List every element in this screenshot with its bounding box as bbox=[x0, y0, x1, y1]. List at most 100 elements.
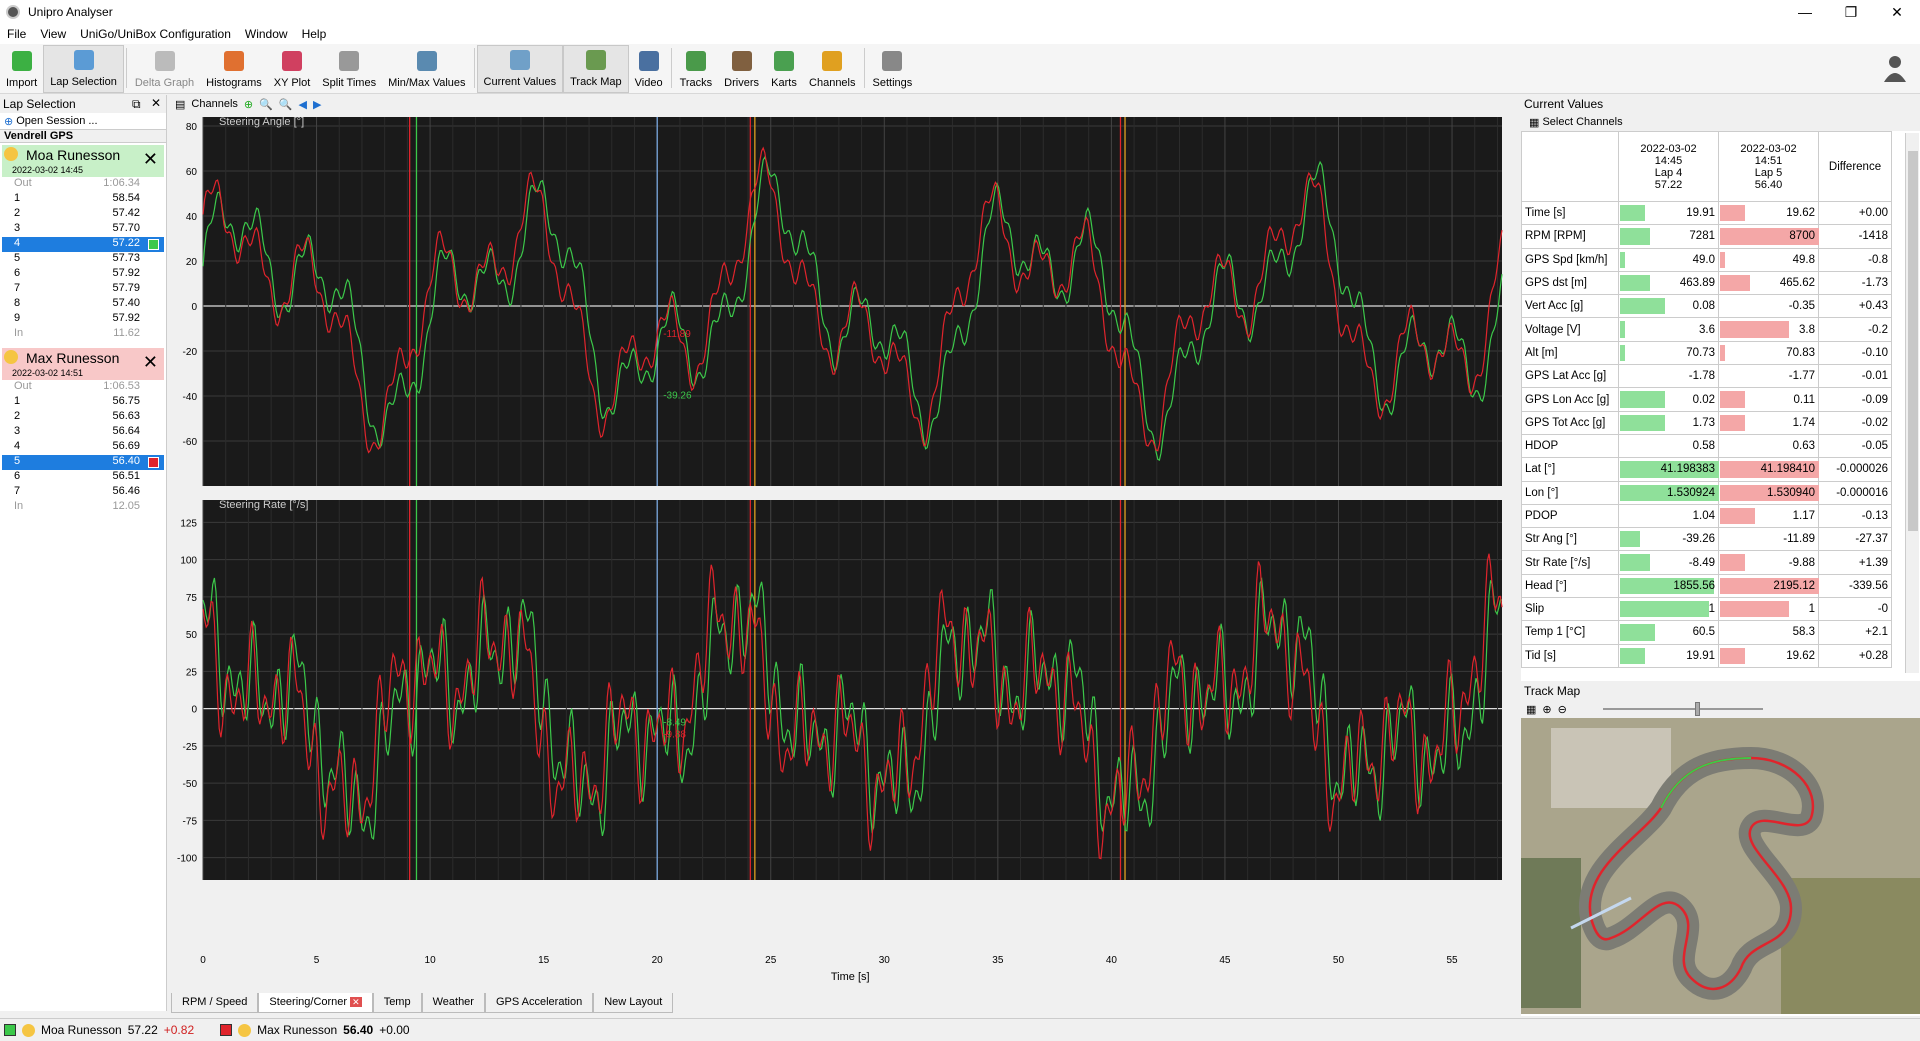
cv-difference: -0.05 bbox=[1818, 433, 1892, 459]
cv-channel-name: Voltage [V] bbox=[1521, 317, 1619, 342]
track-map-image[interactable] bbox=[1521, 718, 1920, 1014]
cv-value-2: 3.8 bbox=[1718, 317, 1819, 342]
x-tick-label: 5 bbox=[314, 955, 320, 966]
tab-label: Steering/Corner bbox=[269, 996, 348, 1008]
cv-row: Time [s] 19.91 19.62 +0.00 bbox=[1521, 200, 1892, 226]
cursor-value-red: -11.89 bbox=[663, 329, 691, 340]
status-driver2-time: 56.40 bbox=[343, 1023, 374, 1037]
cv-difference: +2.1 bbox=[1818, 620, 1892, 645]
cv-value-2: 58.3 bbox=[1718, 620, 1819, 645]
cv-scrollbar[interactable] bbox=[1905, 133, 1919, 673]
x-tick-label: 10 bbox=[425, 955, 437, 966]
cv-title: Current Values bbox=[1521, 95, 1920, 113]
layout-tab[interactable]: Steering/Corner ✕ bbox=[258, 993, 373, 1013]
cv-channel-name: GPS Spd [km/h] bbox=[1521, 247, 1619, 272]
y-tick-label: 20 bbox=[186, 257, 198, 268]
position-slider[interactable] bbox=[1602, 702, 1763, 716]
cv-row: Voltage [V] 3.6 3.8 -0.2 bbox=[1521, 317, 1892, 342]
layout-tab[interactable]: New Layout bbox=[593, 993, 674, 1013]
cv-value-2: 49.8 bbox=[1718, 247, 1819, 272]
tab-label: GPS Acceleration bbox=[495, 996, 583, 1008]
y-tick-label: -25 bbox=[183, 742, 198, 753]
tab-label: New Layout bbox=[604, 996, 663, 1008]
select-channels-button[interactable]: Select Channels bbox=[1542, 116, 1622, 128]
cv-difference: -0.09 bbox=[1818, 387, 1892, 412]
tab-label: RPM / Speed bbox=[182, 996, 248, 1008]
cv-difference: +1.39 bbox=[1818, 550, 1892, 575]
layout-tab[interactable]: RPM / Speed bbox=[171, 993, 259, 1013]
grid-icon[interactable]: ▦ bbox=[1526, 703, 1536, 716]
cv-row: Str Rate [°/s] -8.49 -9.88 +1.39 bbox=[1521, 550, 1892, 575]
col2-header-line: Lap 5 bbox=[1754, 166, 1783, 179]
status-driver1-time: 57.22 bbox=[127, 1023, 158, 1037]
y-tick-label: 100 bbox=[180, 556, 197, 567]
x-axis-label: Time [s] bbox=[831, 971, 870, 983]
cv-channel-name: Slip bbox=[1521, 597, 1619, 622]
x-tick-label: 25 bbox=[765, 955, 777, 966]
cv-row: Lon [°] 1.530924 1.530940 -0.000016 bbox=[1521, 480, 1892, 505]
cv-row: Slip 1 1 -0 bbox=[1521, 597, 1892, 622]
track-map-toolbar: ▦ ⊕ ⊖ bbox=[1521, 700, 1920, 718]
current-values-panel: Current Values ▦ Select Channels 2022-03… bbox=[1521, 95, 1920, 681]
cv-channel-name: GPS Lon Acc [g] bbox=[1521, 387, 1619, 412]
cv-diff-header: Difference bbox=[1818, 131, 1892, 202]
zoom-out-icon[interactable]: ⊖ bbox=[1558, 703, 1567, 716]
cv-channel-name: HDOP bbox=[1521, 433, 1619, 459]
cv-channel-name: Tid [s] bbox=[1521, 643, 1619, 668]
cv-channel-name: Lat [°] bbox=[1521, 457, 1619, 482]
driver2-icon bbox=[238, 1023, 252, 1037]
cv-value-1: 49.0 bbox=[1618, 247, 1719, 272]
y-tick-label: 75 bbox=[186, 593, 198, 604]
close-tab-icon[interactable]: ✕ bbox=[350, 997, 362, 1007]
cv-difference: -27.37 bbox=[1818, 527, 1892, 552]
cv-channel-name: Temp 1 [°C] bbox=[1521, 620, 1619, 645]
cv-difference: -0.8 bbox=[1818, 247, 1892, 272]
layout-tab[interactable]: Weather bbox=[421, 993, 485, 1013]
cv-difference: -0.000026 bbox=[1818, 457, 1892, 482]
layout-tabs: RPM / Speed Steering/Corner ✕ Temp Weather G… bbox=[171, 993, 674, 1013]
cv-difference: -0.2 bbox=[1818, 317, 1892, 342]
x-tick-label: 55 bbox=[1446, 955, 1458, 966]
cv-value-1: 7281 bbox=[1618, 224, 1719, 249]
x-tick-label: 15 bbox=[538, 955, 550, 966]
cv-difference: -1.73 bbox=[1818, 270, 1892, 296]
cv-channel-name: PDOP bbox=[1521, 503, 1619, 529]
cv-value-1: 1 bbox=[1618, 597, 1719, 622]
y-tick-label: 125 bbox=[180, 518, 197, 529]
cv-row: GPS Spd [km/h] 49.0 49.8 -0.8 bbox=[1521, 247, 1892, 272]
cv-channel-name: Alt [m] bbox=[1521, 340, 1619, 366]
current-values-table: 2022-03-02 14:45 Lap 4 57.22 2022-03-02 14:51… bbox=[1521, 131, 1892, 668]
cv-value-2: 19.62 bbox=[1718, 643, 1819, 668]
driver2-color-swatch bbox=[220, 1024, 233, 1036]
cv-difference: -0.000016 bbox=[1818, 480, 1892, 505]
col1-header-line: 57.22 bbox=[1654, 178, 1683, 191]
status-driver2-gap: +0.00 bbox=[379, 1023, 410, 1037]
cv-channel-name: GPS dst [m] bbox=[1521, 270, 1619, 296]
cv-value-1: 463.89 bbox=[1618, 270, 1719, 296]
cv-row: GPS Tot Acc [g] 1.73 1.74 -0.02 bbox=[1521, 410, 1892, 435]
cv-value-1: 19.91 bbox=[1618, 200, 1719, 226]
cv-value-2: -1.77 bbox=[1718, 364, 1819, 389]
cv-channel-name: Vert Acc [g] bbox=[1521, 294, 1619, 319]
zoom-in-icon[interactable]: ⊕ bbox=[1542, 703, 1551, 716]
cv-value-1: 1.04 bbox=[1618, 503, 1719, 529]
y-tick-label: -100 bbox=[177, 854, 197, 865]
cv-value-2: 1.17 bbox=[1718, 503, 1819, 529]
layout-tab[interactable]: GPS Acceleration bbox=[484, 993, 594, 1013]
cv-value-2: 0.63 bbox=[1718, 433, 1819, 459]
y-tick-label: 60 bbox=[186, 167, 198, 178]
cv-channel-name: Head [°] bbox=[1521, 573, 1619, 599]
driver1-icon bbox=[22, 1023, 35, 1037]
y-tick-label: -20 bbox=[183, 347, 198, 358]
cursor-value-green: -39.26 bbox=[663, 390, 692, 401]
y-tick-label: -40 bbox=[183, 392, 198, 403]
cv-value-2: 8700 bbox=[1718, 224, 1819, 249]
cv-row: GPS Lon Acc [g] 0.02 0.11 -0.09 bbox=[1521, 387, 1892, 412]
cv-difference: -0.13 bbox=[1818, 503, 1892, 529]
cv-row: RPM [RPM] 7281 8700 -1418 bbox=[1521, 224, 1892, 249]
layout-tab[interactable]: Temp bbox=[372, 993, 422, 1013]
cv-value-2: -0.35 bbox=[1718, 294, 1819, 319]
select-channels-icon: ▦ bbox=[1529, 116, 1540, 129]
x-tick-label: 50 bbox=[1333, 955, 1345, 966]
cv-col2-header: 2022-03-02 14:51 Lap 5 56.40 bbox=[1718, 131, 1819, 202]
